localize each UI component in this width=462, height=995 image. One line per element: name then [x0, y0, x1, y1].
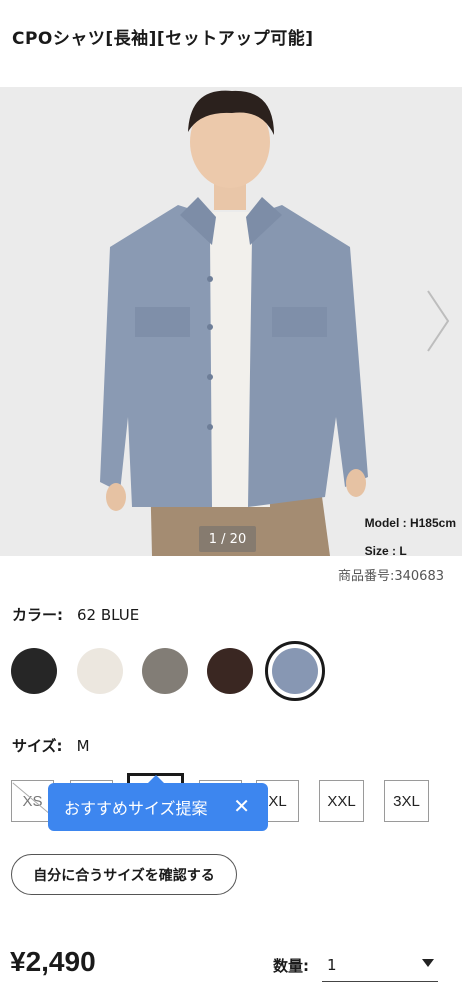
close-icon[interactable]: ✕ — [233, 794, 250, 818]
color-swatches — [11, 641, 451, 701]
swatch-off-white[interactable] — [77, 648, 123, 694]
quantity-value: 1 — [327, 956, 337, 974]
product-photo — [0, 87, 462, 556]
next-image-arrow-icon[interactable] — [424, 289, 452, 353]
selected-color: 62 BLUE — [77, 605, 140, 624]
model-info: Model : H185cm Size : L — [365, 509, 456, 556]
size-selection-label: サイズ: M — [12, 735, 90, 756]
price: ¥2,490 — [10, 946, 96, 977]
swatch-dark-brown[interactable] — [207, 648, 253, 694]
size-label: サイズ: — [12, 737, 63, 755]
check-fit-button[interactable]: 自分に合うサイズを確認する — [11, 854, 237, 895]
chevron-down-icon — [422, 959, 434, 967]
color-label: カラー: — [12, 606, 63, 624]
product-image-gallery[interactable]: 1 / 20 Model : H185cm Size : L — [0, 87, 462, 556]
model-size: Size : L — [364, 544, 407, 556]
swatch-blue[interactable] — [265, 641, 325, 701]
image-counter: 1 / 20 — [199, 526, 256, 552]
swatch-gray[interactable] — [142, 648, 188, 694]
quantity-label: 数量: — [273, 957, 309, 975]
size-option-3xl[interactable]: 3XL — [384, 780, 429, 822]
swatch-black[interactable] — [11, 648, 57, 694]
quantity-select[interactable]: 1 — [322, 946, 438, 982]
color-selection-label: カラー: 62 BLUE — [12, 604, 139, 625]
tooltip-text: おすすめサイズ提案 — [64, 799, 208, 818]
model-height: Model : H185cm — [364, 516, 456, 530]
product-title: CPOシャツ[長袖][セットアップ可能] — [12, 29, 314, 49]
size-option-xxl[interactable]: XXL — [319, 780, 364, 822]
product-number: 商品番号:340683 — [337, 569, 444, 584]
size-recommendation-tooltip[interactable]: おすすめサイズ提案 ✕ — [48, 775, 268, 831]
selected-size: M — [76, 736, 90, 755]
